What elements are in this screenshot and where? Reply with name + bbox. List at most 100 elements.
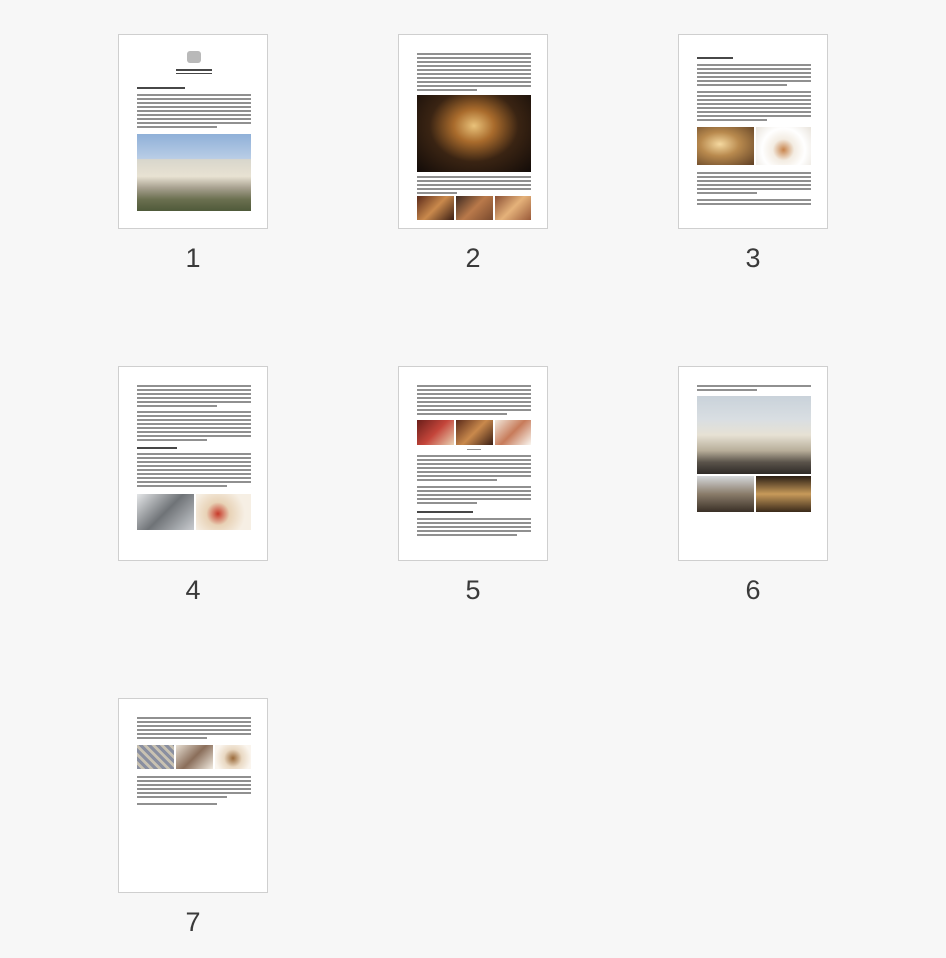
- page-thumbnail-7[interactable]: 7: [89, 698, 269, 938]
- page-preview[interactable]: [398, 366, 548, 561]
- text-line: [137, 788, 251, 790]
- text-line: [697, 64, 811, 66]
- text-line: [417, 534, 517, 536]
- text-line: [697, 72, 811, 74]
- photo: [137, 745, 174, 769]
- text-line: [417, 188, 531, 190]
- text-line: [137, 423, 251, 425]
- text-line: [137, 126, 217, 128]
- text-line: [137, 737, 207, 739]
- text-line: [137, 453, 251, 455]
- text-line: [417, 89, 477, 91]
- text-line: [137, 717, 251, 719]
- text-line: [137, 431, 251, 433]
- text-line: [417, 397, 531, 399]
- photo: [495, 420, 531, 445]
- text-line: [697, 80, 811, 82]
- text-line: [417, 69, 531, 71]
- text-line: [137, 397, 251, 399]
- page-preview[interactable]: [118, 698, 268, 893]
- text-line: [137, 469, 251, 471]
- text-line: [137, 725, 251, 727]
- text-line: [417, 81, 531, 83]
- text-line: [697, 389, 757, 391]
- city-hall-photo: [417, 95, 531, 172]
- coffee-cup-photo: [756, 127, 811, 165]
- page-number-label: 6: [745, 575, 761, 605]
- text-line: [137, 461, 251, 463]
- text-line: [417, 490, 531, 492]
- doc-title-line: [176, 69, 212, 71]
- text-line: [417, 522, 531, 524]
- page-number-label: 3: [745, 243, 761, 273]
- text-line: [417, 61, 531, 63]
- text-line: [417, 494, 531, 496]
- text-line: [697, 95, 811, 97]
- text-line: [697, 99, 811, 101]
- text-line: [417, 53, 531, 55]
- text-line: [417, 73, 531, 75]
- text-line: [417, 401, 531, 403]
- page-thumbnail-4[interactable]: 4: [89, 366, 269, 606]
- text-line: [417, 57, 531, 59]
- photo: [456, 196, 493, 220]
- text-line: [137, 803, 217, 805]
- text-line: [417, 498, 531, 500]
- page-thumbnail-5[interactable]: 5: [369, 366, 549, 606]
- page-thumbnail-2[interactable]: 2: [369, 34, 549, 274]
- text-line: [417, 65, 531, 67]
- text-line: [137, 465, 251, 467]
- section-heading-line: [697, 57, 733, 59]
- photo: [456, 420, 493, 445]
- text-line: [417, 526, 531, 528]
- text-line: [417, 502, 477, 504]
- text-line: [137, 435, 251, 437]
- text-line: [417, 471, 531, 473]
- text-line: [417, 385, 531, 387]
- text-line: [697, 103, 811, 105]
- text-line: [697, 184, 811, 186]
- page-thumbnail-3[interactable]: 3: [649, 34, 829, 274]
- text-line: [697, 107, 811, 109]
- text-line: [137, 405, 217, 407]
- page-thumbnail-1[interactable]: 1: [89, 34, 269, 274]
- cafe-interior-photo: [697, 127, 754, 165]
- text-line: [417, 530, 531, 532]
- text-line: [137, 122, 251, 124]
- carriage-photo: [697, 476, 754, 512]
- text-line: [697, 192, 757, 194]
- text-line: [417, 405, 531, 407]
- page-preview[interactable]: [678, 366, 828, 561]
- text-line: [137, 98, 251, 100]
- text-line: [697, 172, 811, 174]
- crest-logo: [187, 51, 201, 63]
- text-line: [697, 84, 787, 86]
- text-line: [137, 427, 251, 429]
- photo: [417, 196, 454, 220]
- text-line: [697, 180, 811, 182]
- text-line: [137, 118, 251, 120]
- page-preview[interactable]: [398, 34, 548, 229]
- page-preview[interactable]: [678, 34, 828, 229]
- text-line: [137, 477, 251, 479]
- text-line: [417, 85, 531, 87]
- text-line: [417, 389, 531, 391]
- page-thumbnail-6[interactable]: 6: [649, 366, 829, 606]
- text-line: [417, 184, 531, 186]
- text-line: [417, 409, 531, 411]
- text-line: [137, 729, 251, 731]
- page-number-label: 4: [185, 575, 201, 605]
- page-preview[interactable]: [118, 34, 268, 229]
- coffee-machine-photo: [137, 494, 194, 530]
- page-preview[interactable]: [118, 366, 268, 561]
- section-heading-line: [137, 447, 177, 449]
- text-line: [137, 411, 251, 413]
- text-line: [697, 76, 811, 78]
- text-line: [417, 518, 531, 520]
- text-line: [137, 102, 251, 104]
- page-number-label: 5: [465, 575, 481, 605]
- text-line: [417, 467, 531, 469]
- text-line: [697, 91, 811, 93]
- text-line: [417, 455, 531, 457]
- text-line: [697, 385, 811, 387]
